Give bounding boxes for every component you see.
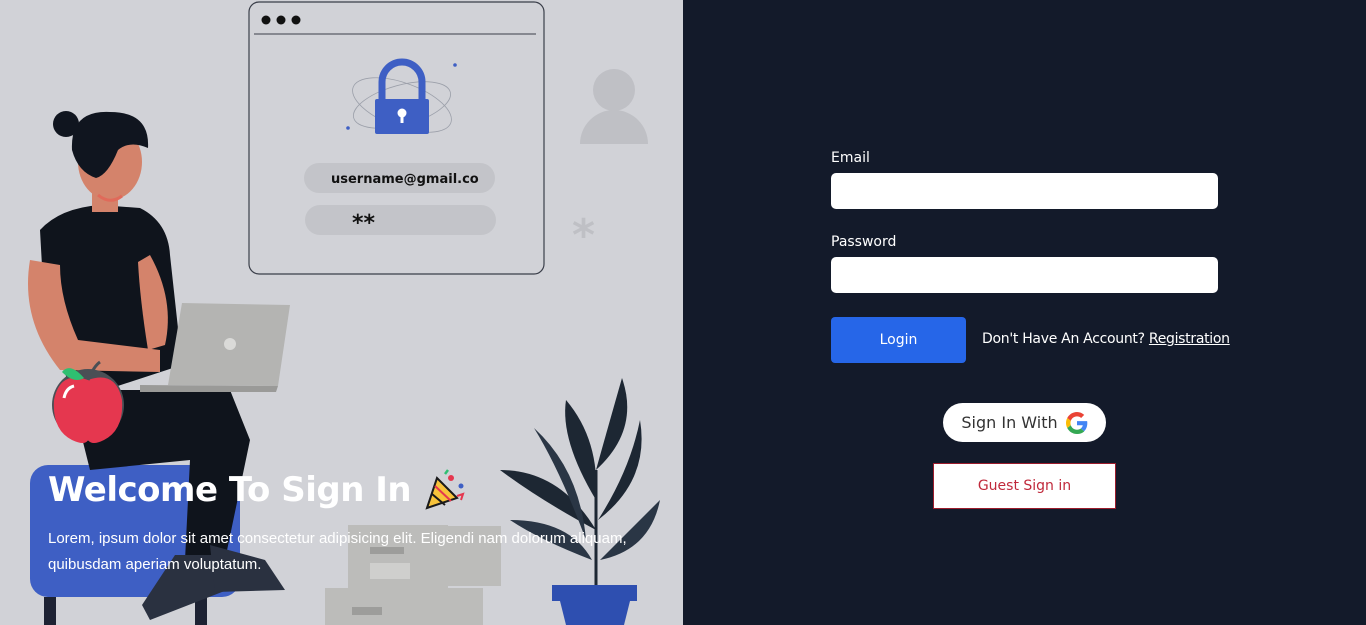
guest-sign-in-button[interactable]: Guest Sign in xyxy=(933,463,1116,509)
password-graphic-text: ** xyxy=(352,211,376,236)
login-button[interactable]: Login xyxy=(831,317,966,363)
email-label: Email xyxy=(831,150,870,166)
illustration-panel: username@gmail.co ** * Welcome To Sign I… xyxy=(0,0,683,625)
registration-link[interactable]: Registration xyxy=(1149,331,1230,347)
password-field[interactable] xyxy=(831,257,1218,293)
login-panel xyxy=(683,0,1366,625)
no-account-text: Don't Have An Account? xyxy=(982,331,1145,347)
asterisk-icon: * xyxy=(572,210,595,261)
registration-prompt: Don't Have An Account? Registration xyxy=(982,331,1230,347)
user-silhouette-icon xyxy=(580,69,648,144)
google-sign-in-button[interactable]: Sign In With xyxy=(943,403,1106,442)
password-label: Password xyxy=(831,234,897,250)
google-icon xyxy=(1065,411,1087,434)
welcome-heading: Welcome To Sign In xyxy=(48,468,467,512)
plant-graphic xyxy=(500,378,660,625)
username-graphic-text: username@gmail.co xyxy=(331,172,479,187)
welcome-title-text: Welcome To Sign In xyxy=(48,470,412,510)
welcome-description: Lorem, ipsum dolor sit amet consectetur … xyxy=(48,530,627,573)
google-sign-in-label: Sign In With xyxy=(961,413,1058,432)
email-field[interactable] xyxy=(831,173,1218,209)
party-popper-icon xyxy=(425,469,465,510)
